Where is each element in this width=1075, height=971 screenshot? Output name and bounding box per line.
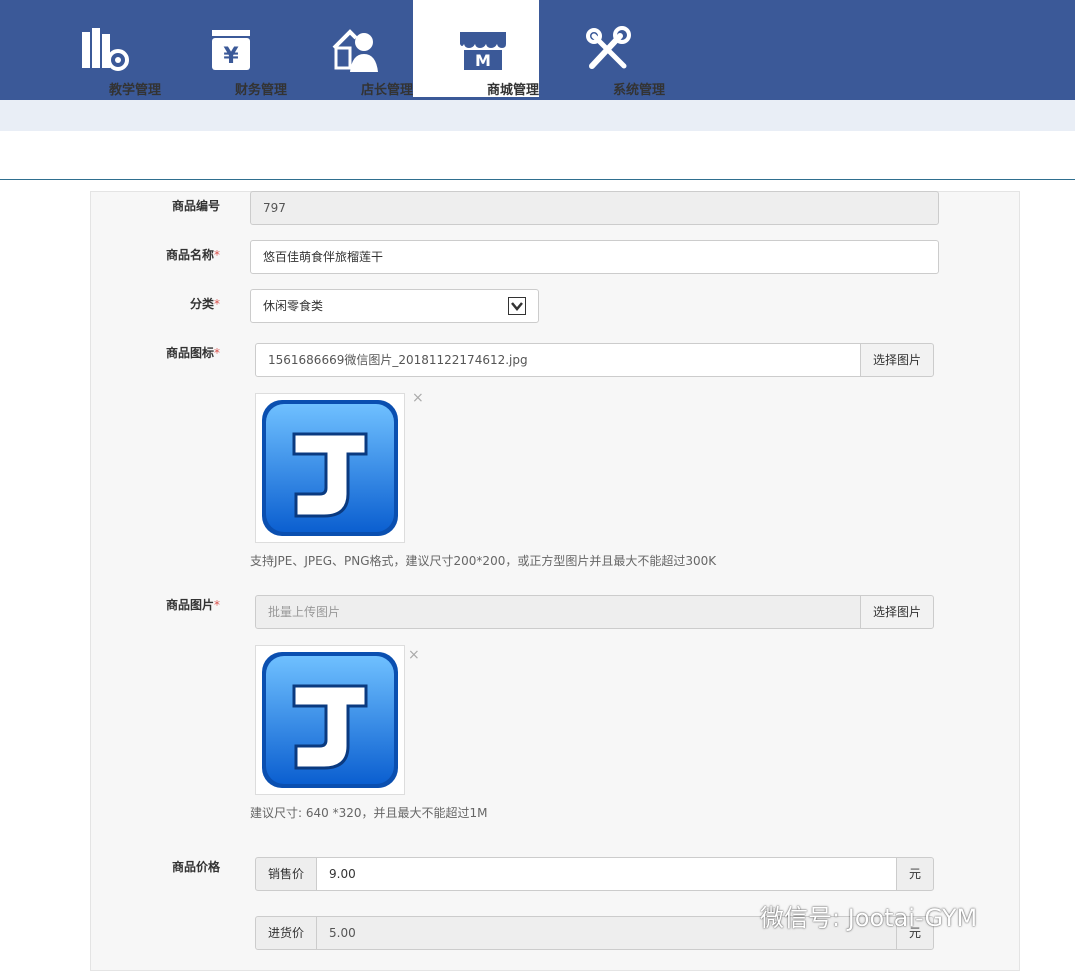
icon-upload-hint: 支持JPE、JPEG、PNG格式，建议尺寸200*200，或正方型图片并且最大不… xyxy=(250,554,717,568)
product-id-label: 商品编号 xyxy=(171,199,220,213)
sale-price-unit: 元 xyxy=(896,857,934,891)
nav-label-store: 商城管理 xyxy=(486,83,539,98)
product-id-field: 797 xyxy=(250,191,939,225)
price-label: 商品价格 xyxy=(171,860,220,874)
select-icon-button[interactable]: 选择图片 xyxy=(860,343,934,377)
images-upload-hint: 建议尺寸: 640 *320，并且最大不能超过1M xyxy=(250,806,488,820)
svg-text:¥: ¥ xyxy=(223,44,239,69)
product-icon-thumbnail xyxy=(255,393,405,543)
nav-label-teaching: 教学管理 xyxy=(108,83,161,98)
books-gear-icon xyxy=(82,28,129,71)
remove-product-image-button[interactable]: × xyxy=(408,647,420,663)
product-images-label: 商品图片* xyxy=(165,598,220,612)
nav-item-finance[interactable]: ¥ 财务管理 xyxy=(161,0,287,100)
cost-price-addon: 进货价 xyxy=(255,916,317,950)
store-icon: M xyxy=(460,32,506,70)
product-name-label: 商品名称* xyxy=(165,248,220,262)
section-divider xyxy=(0,179,1075,180)
sub-nav-bar xyxy=(0,100,1075,131)
top-nav-bar: 教学管理 ¥ 财务管理 店长管理 M 商城管理 系统管理 xyxy=(0,0,1075,100)
yen-wallet-icon: ¥ xyxy=(212,30,250,70)
j-logo-image xyxy=(262,400,398,536)
nav-item-system[interactable]: 系统管理 xyxy=(539,0,665,100)
category-selected-value: 休闲零食类 xyxy=(263,299,324,313)
product-form-panel xyxy=(90,191,1020,971)
nav-item-teaching[interactable]: 教学管理 xyxy=(35,0,161,100)
nav-label-system: 系统管理 xyxy=(612,83,665,98)
product-images-input: 批量上传图片 xyxy=(255,595,861,629)
nav-label-finance: 财务管理 xyxy=(234,83,287,98)
sale-price-input[interactable]: 9.00 xyxy=(316,857,897,891)
product-icon-label: 商品图标* xyxy=(165,346,220,360)
nav-item-store[interactable]: M 商城管理 xyxy=(413,0,539,100)
nav-item-manager[interactable]: 店长管理 xyxy=(287,0,413,100)
product-icon-filename: 1561686669微信图片_20181122174612.jpg xyxy=(255,343,861,377)
j-logo-image xyxy=(262,652,398,788)
category-select[interactable]: 休闲零食类 xyxy=(250,289,539,323)
product-name-input[interactable]: 悠百佳萌食伴旅榴莲干 xyxy=(250,240,939,274)
manager-icon xyxy=(332,29,378,72)
svg-text:M: M xyxy=(475,51,491,70)
nav-label-manager: 店长管理 xyxy=(360,83,413,98)
chevron-down-icon xyxy=(508,297,526,315)
sale-price-addon: 销售价 xyxy=(255,857,317,891)
remove-icon-image-button[interactable]: × xyxy=(412,390,424,406)
select-images-button[interactable]: 选择图片 xyxy=(860,595,934,629)
tools-icon xyxy=(586,26,631,69)
wechat-watermark: 微信号: Jootai-GYM xyxy=(760,904,978,932)
category-label: 分类* xyxy=(189,297,220,311)
product-image-thumbnail xyxy=(255,645,405,795)
